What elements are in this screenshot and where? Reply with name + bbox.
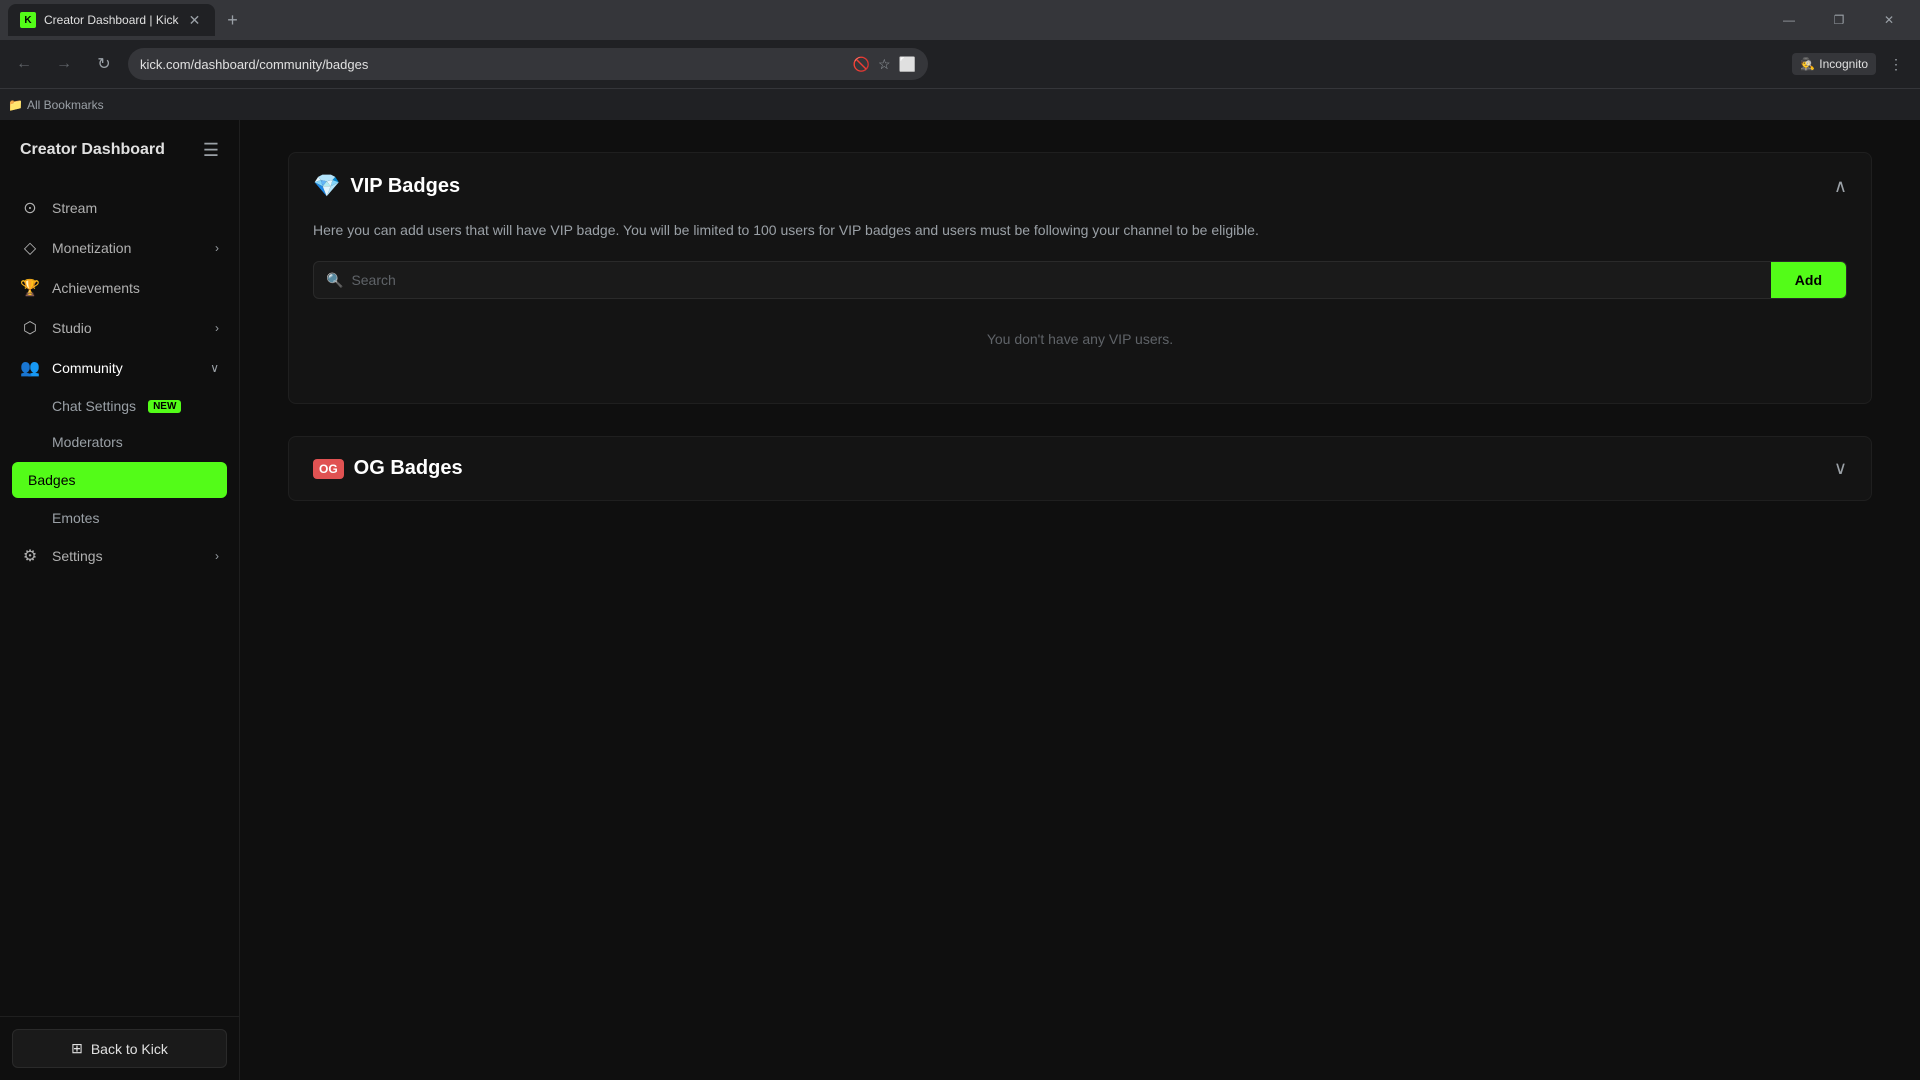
sidebar-item-moderators[interactable]: Moderators <box>0 424 239 460</box>
vip-badges-description: Here you can add users that will have VI… <box>313 219 1847 241</box>
sidebar-title: Creator Dashboard <box>20 141 165 159</box>
vip-badges-section: 💎 VIP Badges ∧ Here you can add users th… <box>288 152 1872 404</box>
app-container: Creator Dashboard ☰ ⊙ Stream ◇ Monetizat… <box>0 120 1920 1080</box>
vip-diamond-icon: 💎 <box>313 173 340 199</box>
menu-toggle-icon[interactable]: ☰ <box>203 140 219 161</box>
sidebar-footer: ⊞ Back to Kick <box>0 1016 239 1080</box>
sidebar-nav: ⊙ Stream ◇ Monetization › 🏆 Achievements… <box>0 180 239 1016</box>
search-input[interactable] <box>351 262 1758 298</box>
sidebar-header: Creator Dashboard ☰ <box>0 120 239 180</box>
forward-nav-button[interactable]: → <box>48 48 80 80</box>
browser-chrome: K Creator Dashboard | Kick ✕ + — ❐ ✕ ← →… <box>0 0 1920 120</box>
maximize-button[interactable]: ❐ <box>1816 0 1862 40</box>
badges-label: Badges <box>28 472 75 488</box>
vip-search-add-row: 🔍 Add <box>313 261 1847 299</box>
community-sub-nav: Chat Settings NEW Moderators Badges Emot… <box>0 388 239 536</box>
og-badges-title-text: OG Badges <box>354 457 463 480</box>
vip-badges-header[interactable]: 💎 VIP Badges ∧ <box>289 153 1871 219</box>
tab-close-button[interactable]: ✕ <box>187 12 203 28</box>
device-icon[interactable]: ⬜ <box>899 56 916 73</box>
chat-settings-new-badge: NEW <box>148 400 181 413</box>
main-content: 💎 VIP Badges ∧ Here you can add users th… <box>240 120 1920 1080</box>
tab-title: Creator Dashboard | Kick <box>44 13 179 27</box>
back-nav-button[interactable]: ← <box>8 48 40 80</box>
community-label: Community <box>52 360 198 376</box>
stream-label: Stream <box>52 200 219 216</box>
og-badges-header[interactable]: OG OG Badges ∨ <box>289 437 1871 500</box>
active-tab[interactable]: K Creator Dashboard | Kick ✕ <box>8 4 215 36</box>
og-badges-expand-icon[interactable]: ∨ <box>1834 458 1847 479</box>
chat-settings-label: Chat Settings <box>52 398 136 414</box>
tab-favicon: K <box>20 12 36 28</box>
studio-chevron-icon: › <box>215 321 219 335</box>
settings-label: Settings <box>52 548 203 564</box>
back-icon: ⊞ <box>71 1040 83 1057</box>
sidebar: Creator Dashboard ☰ ⊙ Stream ◇ Monetizat… <box>0 120 240 1080</box>
vip-badges-title-text: VIP Badges <box>350 175 460 198</box>
monetization-icon: ◇ <box>20 238 40 258</box>
address-bar[interactable]: kick.com/dashboard/community/badges 🚫 ☆ … <box>128 48 928 80</box>
reload-button[interactable]: ↻ <box>88 48 120 80</box>
stream-icon: ⊙ <box>20 198 40 218</box>
sidebar-item-stream[interactable]: ⊙ Stream <box>0 188 239 228</box>
vip-badges-title: 💎 VIP Badges <box>313 173 460 199</box>
profile-label: Incognito <box>1819 57 1868 71</box>
sidebar-item-settings[interactable]: ⚙ Settings › <box>0 536 239 576</box>
incognito-profile-button[interactable]: 🕵 Incognito <box>1792 53 1876 75</box>
og-badges-section: OG OG Badges ∨ <box>288 436 1872 501</box>
tab-bar: K Creator Dashboard | Kick ✕ + — ❐ ✕ <box>0 0 1920 40</box>
extensions-button[interactable]: ⋮ <box>1880 48 1912 80</box>
sidebar-item-emotes[interactable]: Emotes <box>0 500 239 536</box>
monetization-label: Monetization <box>52 240 203 256</box>
bookmarks-label: All Bookmarks <box>27 98 104 112</box>
bookmarks-bar: 📁 All Bookmarks <box>0 88 1920 120</box>
community-icon: 👥 <box>20 358 40 378</box>
sidebar-item-studio[interactable]: ⬡ Studio › <box>0 308 239 348</box>
community-chevron-icon: ∨ <box>210 361 219 375</box>
sidebar-item-monetization[interactable]: ◇ Monetization › <box>0 228 239 268</box>
emotes-label: Emotes <box>52 510 99 526</box>
og-icon: OG <box>313 459 344 479</box>
achievements-label: Achievements <box>52 280 219 296</box>
camera-off-icon: 🚫 <box>853 56 870 73</box>
sidebar-item-chat-settings[interactable]: Chat Settings NEW <box>0 388 239 424</box>
moderators-label: Moderators <box>52 434 123 450</box>
bookmarks-folder-icon: 📁 <box>8 98 23 112</box>
search-icon: 🔍 <box>326 272 343 289</box>
back-label: Back to Kick <box>91 1041 168 1057</box>
monetization-chevron-icon: › <box>215 241 219 255</box>
sidebar-item-achievements[interactable]: 🏆 Achievements <box>0 268 239 308</box>
vip-empty-state: You don't have any VIP users. <box>313 299 1847 379</box>
vip-search-field[interactable]: 🔍 <box>314 262 1771 298</box>
close-button[interactable]: ✕ <box>1866 0 1912 40</box>
address-text: kick.com/dashboard/community/badges <box>140 57 845 72</box>
studio-label: Studio <box>52 320 203 336</box>
address-icons: 🚫 ☆ ⬜ <box>853 56 916 73</box>
sidebar-item-community[interactable]: 👥 Community ∨ <box>0 348 239 388</box>
incognito-icon: 🕵 <box>1800 57 1815 71</box>
bookmark-icon[interactable]: ☆ <box>878 56 891 73</box>
back-to-kick-button[interactable]: ⊞ Back to Kick <box>12 1029 227 1068</box>
settings-chevron-icon: › <box>215 549 219 563</box>
address-bar-row: ← → ↻ kick.com/dashboard/community/badge… <box>0 40 1920 88</box>
browser-actions: 🕵 Incognito ⋮ <box>1792 48 1912 80</box>
vip-badges-body: Here you can add users that will have VI… <box>289 219 1871 403</box>
vip-badges-collapse-icon[interactable]: ∧ <box>1834 176 1847 197</box>
minimize-button[interactable]: — <box>1766 0 1812 40</box>
settings-icon: ⚙ <box>20 546 40 566</box>
new-tab-button[interactable]: + <box>219 6 247 34</box>
achievements-icon: 🏆 <box>20 278 40 298</box>
og-badges-title: OG OG Badges <box>313 457 463 480</box>
window-controls: — ❐ ✕ <box>1766 0 1912 40</box>
add-button[interactable]: Add <box>1771 262 1846 298</box>
sidebar-item-badges[interactable]: Badges <box>12 462 227 498</box>
studio-icon: ⬡ <box>20 318 40 338</box>
